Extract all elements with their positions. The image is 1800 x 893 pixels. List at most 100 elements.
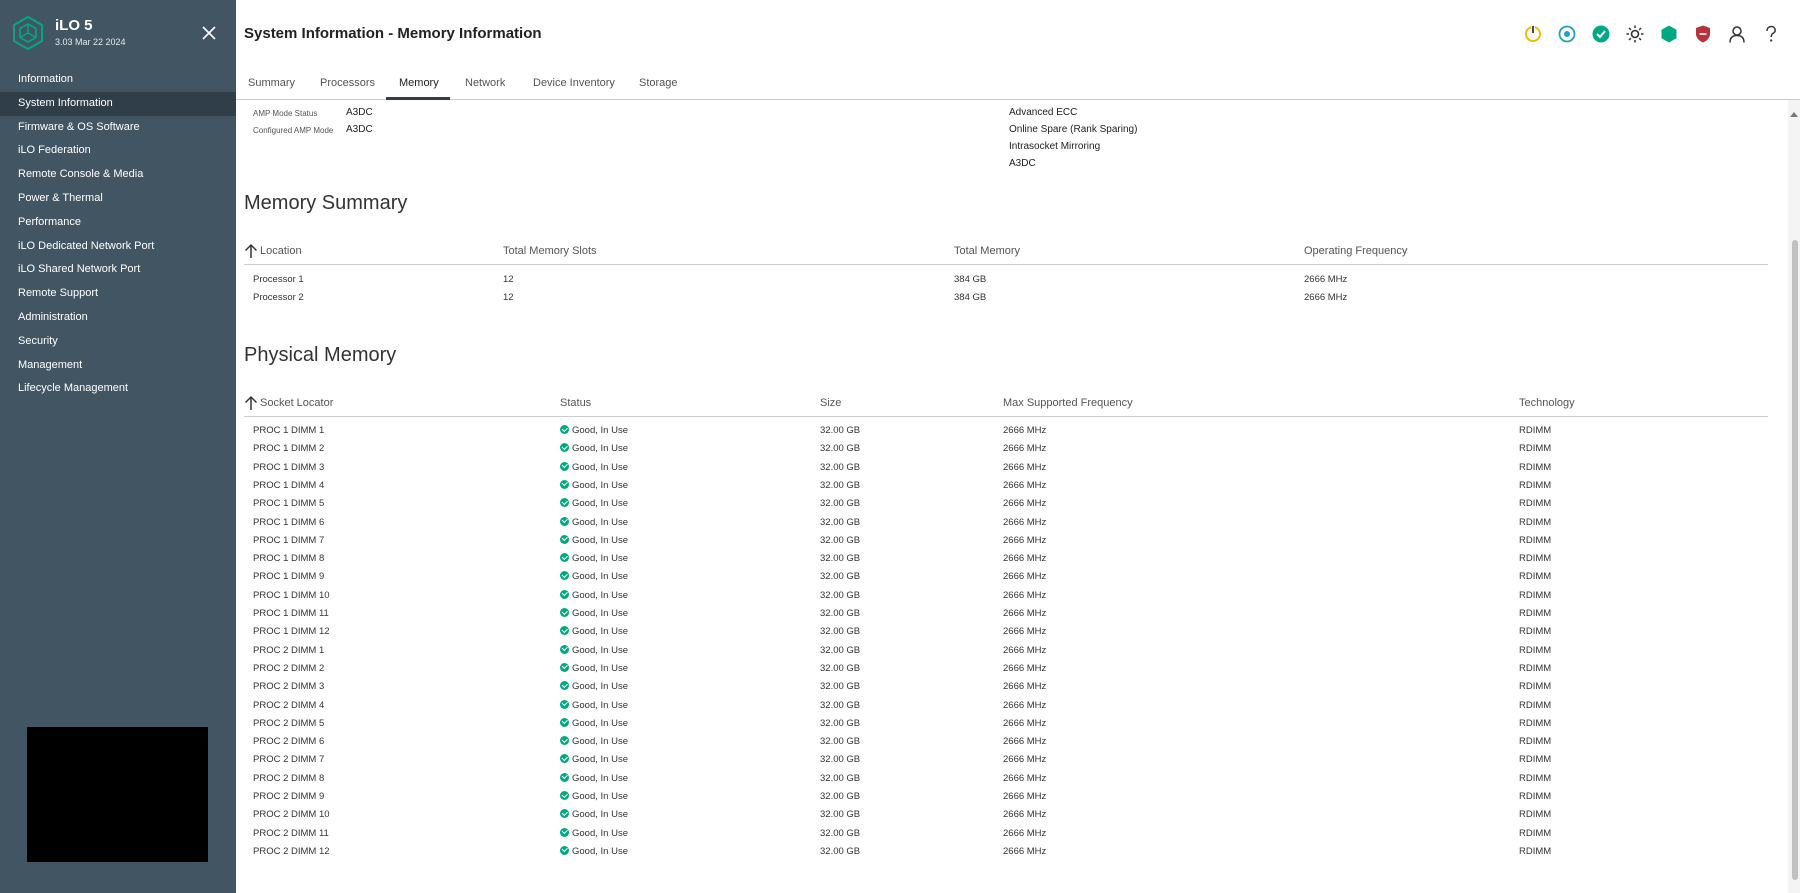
status-text: Good, In Use [572,644,628,656]
status-cell: Good, In Use [560,662,628,674]
sidebar-item-remote-support[interactable]: Remote Support [0,282,236,306]
column-header-operating-frequency[interactable]: Operating Frequency [1304,245,1407,257]
column-header-socket-locator[interactable]: Socket Locator [260,397,333,409]
table-cell: RDIMM [1519,443,1552,455]
table-cell: PROC 2 DIMM 5 [253,717,325,729]
table-cell: PROC 1 DIMM 1 [253,425,325,436]
user-icon[interactable] [1727,24,1747,44]
security-risk-icon[interactable] [1693,24,1713,44]
column-header-size[interactable]: Size [820,397,841,409]
status-cell: Good, In Use [560,791,628,802]
power-icon[interactable] [1523,24,1543,44]
tab-network[interactable]: Network [465,77,505,89]
status-cell: Good, In Use [560,461,628,473]
tab-device-inventory[interactable]: Device Inventory [533,77,615,89]
sidebar-item-lifecycle-management[interactable]: Lifecycle Management [0,377,236,401]
table-cell: PROC 2 DIMM 11 [253,827,329,839]
tab-summary[interactable]: Summary [248,77,295,89]
sidebar-item-management[interactable]: Management [0,354,236,378]
table-cell: RDIMM [1519,608,1552,619]
physical-memory-title: Physical Memory [244,344,397,366]
table-cell: RDIMM [1519,553,1552,565]
table-cell: PROC 1 DIMM 5 [253,498,325,510]
table-cell: 32.00 GB [820,662,861,674]
remote-console-thumbnail[interactable] [27,727,208,862]
sidebar-item-security[interactable]: Security [0,330,236,354]
sidebar-item-administration[interactable]: Administration [0,306,236,330]
column-header-location[interactable]: Location [260,245,302,257]
amp-mode-status-label: AMP Mode Status [253,109,318,118]
table-cell: PROC 2 DIMM 9 [253,791,325,802]
status-text: Good, In Use [572,571,628,583]
uid-indicator-icon[interactable] [1557,24,1577,44]
memory-summary-header: Location Total Memory Slots Total Memory… [244,243,1768,265]
status-text: Good, In Use [572,608,628,619]
status-ok-icon [560,736,569,746]
configured-amp-mode-value: A3DC [346,124,373,135]
scroll-thumb[interactable] [1792,240,1798,880]
table-cell: Processor 1 [253,274,304,285]
table-cell: RDIMM [1519,644,1552,656]
sidebar-item-system-information[interactable]: System Information [0,91,236,116]
supported-amp-mode: A3DC [1009,158,1036,169]
sidebar-item-performance[interactable]: Performance [0,211,236,235]
column-header-total-memory[interactable]: Total Memory [954,245,1020,257]
status-ok-icon [560,662,569,672]
status-text: Good, In Use [572,626,628,638]
health-ok-icon[interactable] [1591,24,1611,44]
app-version: 3.03 Mar 22 2024 [55,37,126,47]
brightness-icon[interactable] [1625,24,1645,44]
table-cell: 32.00 GB [820,589,861,601]
column-header-max-supported-frequency[interactable]: Max Supported Frequency [1003,397,1133,409]
help-icon[interactable] [1761,24,1781,44]
sidebar-item-ilo-federation[interactable]: iLO Federation [0,139,236,163]
status-text: Good, In Use [572,827,628,839]
sidebar-item-dedicated-network-port[interactable]: iLO Dedicated Network Port [0,235,236,259]
sort-ascending-icon[interactable] [244,395,258,411]
table-cell: PROC 2 DIMM 4 [253,699,325,711]
status-ok-icon [560,827,569,837]
scroll-up-icon[interactable] [1790,112,1798,117]
status-cell: Good, In Use [560,498,628,509]
table-cell: RDIMM [1519,626,1552,638]
close-icon[interactable] [200,24,218,42]
ilo-logo-icon [13,16,43,50]
table-cell: 2666 MHz [1003,425,1047,436]
table-cell: 2666 MHz [1003,644,1047,656]
tab-processors[interactable]: Processors [320,77,375,89]
sidebar-item-remote-console-media[interactable]: Remote Console & Media [0,163,236,187]
column-header-status[interactable]: Status [560,397,591,409]
tab-memory[interactable]: Memory [399,77,439,89]
sort-ascending-icon[interactable] [244,243,258,259]
table-cell: 32.00 GB [820,754,861,766]
table-cell: RDIMM [1519,571,1552,583]
status-ok-icon [560,644,569,654]
column-header-technology[interactable]: Technology [1519,397,1575,409]
security-shield-icon[interactable] [1659,24,1679,44]
table-cell: PROC 2 DIMM 1 [253,644,325,656]
table-cell: 384 GB [954,292,987,303]
column-header-total-memory-slots[interactable]: Total Memory Slots [503,245,597,257]
supported-amp-mode: Advanced ECC [1009,107,1078,118]
main-content: AMP Mode Status A3DC Configured AMP Mode… [236,100,1788,893]
vertical-scrollbar[interactable] [1788,100,1800,893]
sidebar-item-firmware-os-software[interactable]: Firmware & OS Software [0,116,236,140]
table-cell: 2666 MHz [1003,553,1047,565]
table-cell: 32.00 GB [820,443,861,455]
status-ok-icon [560,534,569,544]
table-cell: 12 [503,274,514,285]
sidebar-item-shared-network-port[interactable]: iLO Shared Network Port [0,258,236,282]
table-cell: 32.00 GB [820,736,861,748]
status-cell: Good, In Use [560,699,628,711]
table-row: PROC 1 DIMM 9 Good, In Use 32.00 GB 2666 MH… [244,568,1768,586]
table-cell: RDIMM [1519,498,1552,510]
table-cell: 2666 MHz [1003,571,1047,583]
sidebar-item-information[interactable]: Information [0,68,236,92]
tab-storage[interactable]: Storage [639,77,678,89]
table-cell: PROC 1 DIMM 6 [253,516,325,528]
table-row: PROC 2 DIMM 7 Good, In Use 32.00 GB 2666 MH… [244,751,1768,769]
sidebar-item-power-thermal[interactable]: Power & Thermal [0,187,236,211]
table-row: PROC 2 DIMM 3 Good, In Use 32.00 GB 2666 MH… [244,678,1768,696]
table-cell: 32.00 GB [820,534,861,546]
status-ok-icon [560,425,569,434]
